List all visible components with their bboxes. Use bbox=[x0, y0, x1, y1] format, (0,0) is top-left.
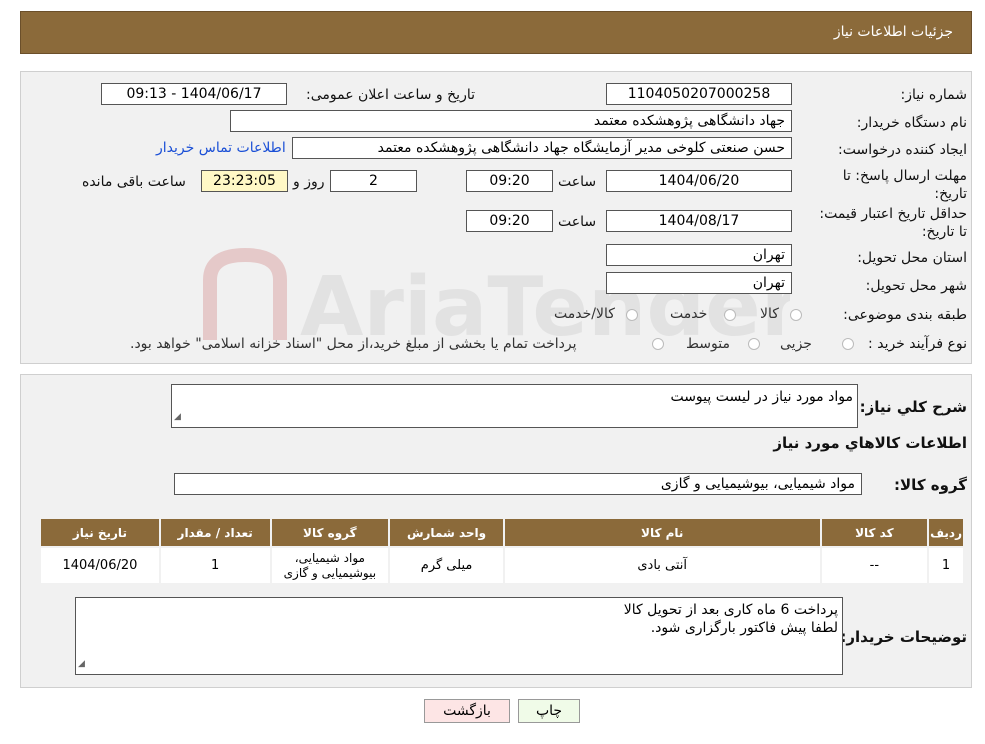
cell-group: مواد شیمیایی، بیوشیمیایی و گازی bbox=[269, 546, 391, 585]
need-number-label: شماره نیاز: bbox=[900, 87, 968, 103]
city-label: شهر محل تحویل: bbox=[865, 278, 967, 294]
goods-table: ردیف کد کالا نام کالا واحد شمارش گروه کا… bbox=[39, 517, 965, 585]
need-number-field: 1104050207000258 bbox=[606, 83, 792, 105]
col-qty: تعداد / مقدار bbox=[158, 517, 272, 548]
category-goods-service-radio[interactable] bbox=[626, 309, 638, 321]
validity-time-field: 09:20 bbox=[466, 210, 553, 232]
col-name: نام کالا bbox=[502, 517, 822, 548]
summary-textarea[interactable]: مواد مورد نیاز در لیست پیوست ◢ bbox=[171, 384, 858, 428]
category-goods-radio[interactable] bbox=[790, 309, 802, 321]
goods-info-title: اطلاعات کالاهاي مورد نیاز bbox=[773, 434, 967, 452]
creator-field: حسن صنعتی کلوخی مدیر آزمایشگاه جهاد دانش… bbox=[292, 137, 792, 159]
treasury-payment-checkbox[interactable] bbox=[652, 338, 664, 350]
validity-time-label: ساعت bbox=[558, 214, 597, 230]
buyer-org-field: جهاد دانشگاهی پژوهشکده معتمد bbox=[230, 110, 792, 132]
goods-group-field: مواد شیمیایی، بیوشیمیایی و گازی bbox=[174, 473, 862, 495]
col-date: تاریخ نیاز bbox=[39, 517, 161, 548]
summary-text: مواد مورد نیاز در لیست پیوست bbox=[670, 389, 853, 405]
buyer-notes-label: توضیحات خریدار: bbox=[840, 628, 967, 646]
col-row: ردیف bbox=[927, 517, 965, 548]
process-medium-radio[interactable] bbox=[748, 338, 760, 350]
page-title: جزئیات اطلاعات نیاز bbox=[833, 24, 953, 40]
buyer-contact-link[interactable]: اطلاعات تماس خریدار bbox=[156, 140, 286, 156]
deadline-date-field: 1404/06/20 bbox=[606, 170, 792, 192]
col-unit: واحد شمارش bbox=[388, 517, 505, 548]
col-code: کد کالا bbox=[819, 517, 930, 548]
process-minor-radio[interactable] bbox=[842, 338, 854, 350]
cell-row: 1 bbox=[927, 546, 965, 585]
province-label: استان محل تحویل: bbox=[857, 250, 967, 266]
cell-qty: 1 bbox=[158, 546, 272, 585]
validity-label: حداقل تاریخ اعتبار قیمت: تا تاریخ: bbox=[819, 206, 967, 240]
process-label: نوع فرآیند خرید : bbox=[868, 336, 967, 352]
category-label: طبقه بندی موضوعی: bbox=[843, 307, 967, 323]
resize-grip-icon[interactable]: ◢ bbox=[78, 655, 85, 673]
category-goods-label: کالا bbox=[760, 306, 779, 322]
remaining-label: ساعت باقی مانده bbox=[82, 174, 186, 190]
table-row: 1 -- آنتی بادی میلی گرم مواد شیمیایی، بی… bbox=[39, 546, 965, 585]
resize-grip-icon[interactable]: ◢ bbox=[174, 408, 181, 426]
days-label: روز و bbox=[293, 174, 325, 190]
deadline-time-label: ساعت bbox=[558, 174, 597, 190]
back-button[interactable]: بازگشت bbox=[424, 699, 510, 723]
deadline-label: مهلت ارسال پاسخ: تا تاریخ: bbox=[842, 168, 967, 202]
cell-unit: میلی گرم bbox=[388, 546, 505, 585]
buyer-org-label: نام دستگاه خریدار: bbox=[856, 115, 967, 131]
city-field: تهران bbox=[606, 272, 792, 294]
announce-label: تاریخ و ساعت اعلان عمومی: bbox=[306, 87, 475, 103]
creator-label: ایجاد کننده درخواست: bbox=[838, 142, 967, 158]
buyer-notes-line2: لطفا پیش فاکتور بارگزاری شود. bbox=[650, 620, 838, 636]
cell-date: 1404/06/20 bbox=[39, 546, 161, 585]
province-field: تهران bbox=[606, 244, 792, 266]
cell-code: -- bbox=[819, 546, 930, 585]
deadline-time-field: 09:20 bbox=[466, 170, 553, 192]
summary-label: شرح کلي نیاز: bbox=[859, 398, 967, 416]
category-service-label: خدمت bbox=[670, 306, 708, 322]
print-button[interactable]: چاپ bbox=[518, 699, 580, 723]
remaining-time-field: 23:23:05 bbox=[201, 170, 288, 192]
process-medium-label: متوسط bbox=[686, 336, 730, 352]
cell-name: آنتی بادی bbox=[502, 546, 822, 585]
category-service-radio[interactable] bbox=[724, 309, 736, 321]
announce-field: 1404/06/17 - 09:13 bbox=[101, 83, 287, 105]
buyer-notes-line1: پرداخت 6 ماه کاری بعد از تحویل کالا bbox=[623, 602, 838, 618]
goods-table-header: ردیف کد کالا نام کالا واحد شمارش گروه کا… bbox=[39, 517, 965, 548]
process-note: پرداخت تمام یا بخشی از مبلغ خرید،از محل … bbox=[130, 336, 577, 352]
category-goods-service-label: کالا/خدمت bbox=[554, 306, 615, 322]
days-field: 2 bbox=[330, 170, 417, 192]
process-minor-label: جزیی bbox=[780, 336, 812, 352]
col-group: گروه کالا bbox=[269, 517, 391, 548]
page-header: جزئیات اطلاعات نیاز bbox=[20, 11, 972, 54]
validity-date-field: 1404/08/17 bbox=[606, 210, 792, 232]
buyer-notes-textarea[interactable]: پرداخت 6 ماه کاری بعد از تحویل کالا لطفا… bbox=[75, 597, 843, 675]
goods-group-label: گروه کالا: bbox=[894, 476, 967, 494]
